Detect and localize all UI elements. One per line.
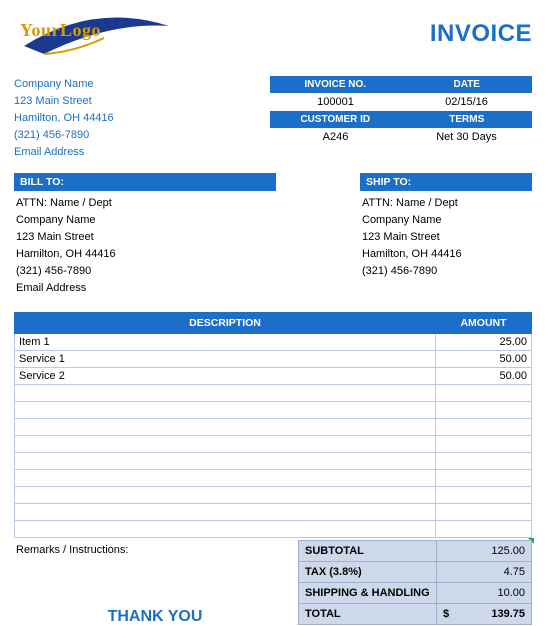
item-amount	[436, 418, 532, 435]
table-row: Item 125.00	[15, 333, 532, 350]
total-value: $ 139.75	[437, 603, 532, 624]
meta-invoice-no: 100001	[270, 93, 401, 111]
total-amount: 139.75	[491, 608, 525, 620]
bill-phone: (321) 456-7890	[16, 263, 274, 280]
item-amount	[436, 520, 532, 537]
item-amount	[436, 486, 532, 503]
shipping-label: SHIPPING & HANDLING	[299, 582, 437, 603]
item-description	[15, 401, 436, 418]
subtotal-value: 125.00	[437, 540, 532, 561]
item-amount	[436, 469, 532, 486]
tax-label: TAX (3.8%)	[299, 561, 437, 582]
bill-company: Company Name	[16, 212, 274, 229]
table-row: Service 150.00	[15, 350, 532, 367]
item-amount	[436, 435, 532, 452]
item-amount: 25.00	[436, 333, 532, 350]
bill-to-block: BILL TO: ATTN: Name / Dept Company Name …	[14, 173, 276, 297]
item-amount: 50.00	[436, 350, 532, 367]
logo-text-1: Your	[20, 20, 60, 40]
table-row	[15, 401, 532, 418]
ship-to-block: SHIP TO: ATTN: Name / Dept Company Name …	[360, 173, 532, 297]
ship-company: Company Name	[362, 212, 530, 229]
item-description	[15, 486, 436, 503]
meta-head-invoice-no: INVOICE NO.	[270, 76, 401, 93]
item-amount	[436, 503, 532, 520]
logo-text-2: Logo	[60, 20, 101, 40]
ship-to-header: SHIP TO:	[360, 173, 532, 191]
table-row	[15, 520, 532, 537]
item-description: Service 1	[15, 350, 436, 367]
total-label: TOTAL	[299, 603, 437, 624]
table-row	[15, 469, 532, 486]
col-description: DESCRIPTION	[15, 312, 436, 333]
bill-to-header: BILL TO:	[14, 173, 276, 191]
item-description	[15, 384, 436, 401]
table-row	[15, 452, 532, 469]
ship-street: 123 Main Street	[362, 229, 530, 246]
table-row	[15, 384, 532, 401]
item-description: Item 1	[15, 333, 436, 350]
table-row	[15, 435, 532, 452]
table-row	[15, 486, 532, 503]
meta-head-date: DATE	[401, 76, 533, 93]
item-description	[15, 520, 436, 537]
thank-you: THANK YOU	[16, 608, 294, 626]
table-row	[15, 418, 532, 435]
item-description	[15, 469, 436, 486]
subtotal-label: SUBTOTAL	[299, 540, 437, 561]
bill-city: Hamilton, OH 44416	[16, 246, 274, 263]
invoice-title: INVOICE	[430, 14, 532, 48]
meta-head-customer-id: CUSTOMER ID	[270, 111, 401, 128]
item-amount	[436, 452, 532, 469]
ship-phone: (321) 456-7890	[362, 263, 530, 280]
table-row: Service 250.00	[15, 367, 532, 384]
ship-attn: ATTN: Name / Dept	[362, 195, 530, 212]
item-amount	[436, 401, 532, 418]
items-table: DESCRIPTION AMOUNT Item 125.00Service 15…	[14, 312, 532, 538]
currency-symbol: $	[443, 608, 449, 620]
meta-date: 02/15/16	[401, 93, 532, 111]
meta-head-terms: TERMS	[401, 111, 533, 128]
bill-attn: ATTN: Name / Dept	[16, 195, 274, 212]
company-email: Email Address	[14, 144, 114, 161]
totals-table: SUBTOTAL 125.00 TAX (3.8%) 4.75 SHIPPING…	[298, 540, 532, 625]
company-city: Hamilton, OH 44416	[14, 110, 114, 127]
invoice-meta: INVOICE NO. DATE 100001 02/15/16 CUSTOME…	[270, 76, 532, 161]
company-name: Company Name	[14, 76, 114, 93]
tax-value: 4.75	[437, 561, 532, 582]
item-description	[15, 435, 436, 452]
shipping-value: 10.00	[437, 582, 532, 603]
company-street: 123 Main Street	[14, 93, 114, 110]
ship-city: Hamilton, OH 44416	[362, 246, 530, 263]
remarks-label: Remarks / Instructions:	[16, 544, 294, 556]
bill-email: Email Address	[16, 280, 274, 297]
bill-street: 123 Main Street	[16, 229, 274, 246]
item-amount: 50.00	[436, 367, 532, 384]
item-description: Service 2	[15, 367, 436, 384]
meta-terms: Net 30 Days	[401, 128, 532, 146]
company-phone: (321) 456-7890	[14, 127, 114, 144]
table-row	[15, 503, 532, 520]
logo: YourLogo	[14, 14, 174, 62]
company-info: Company Name 123 Main Street Hamilton, O…	[14, 76, 114, 161]
item-description	[15, 418, 436, 435]
item-description	[15, 452, 436, 469]
col-amount: AMOUNT	[436, 312, 532, 333]
item-description	[15, 503, 436, 520]
meta-customer-id: A246	[270, 128, 401, 146]
item-amount	[436, 384, 532, 401]
